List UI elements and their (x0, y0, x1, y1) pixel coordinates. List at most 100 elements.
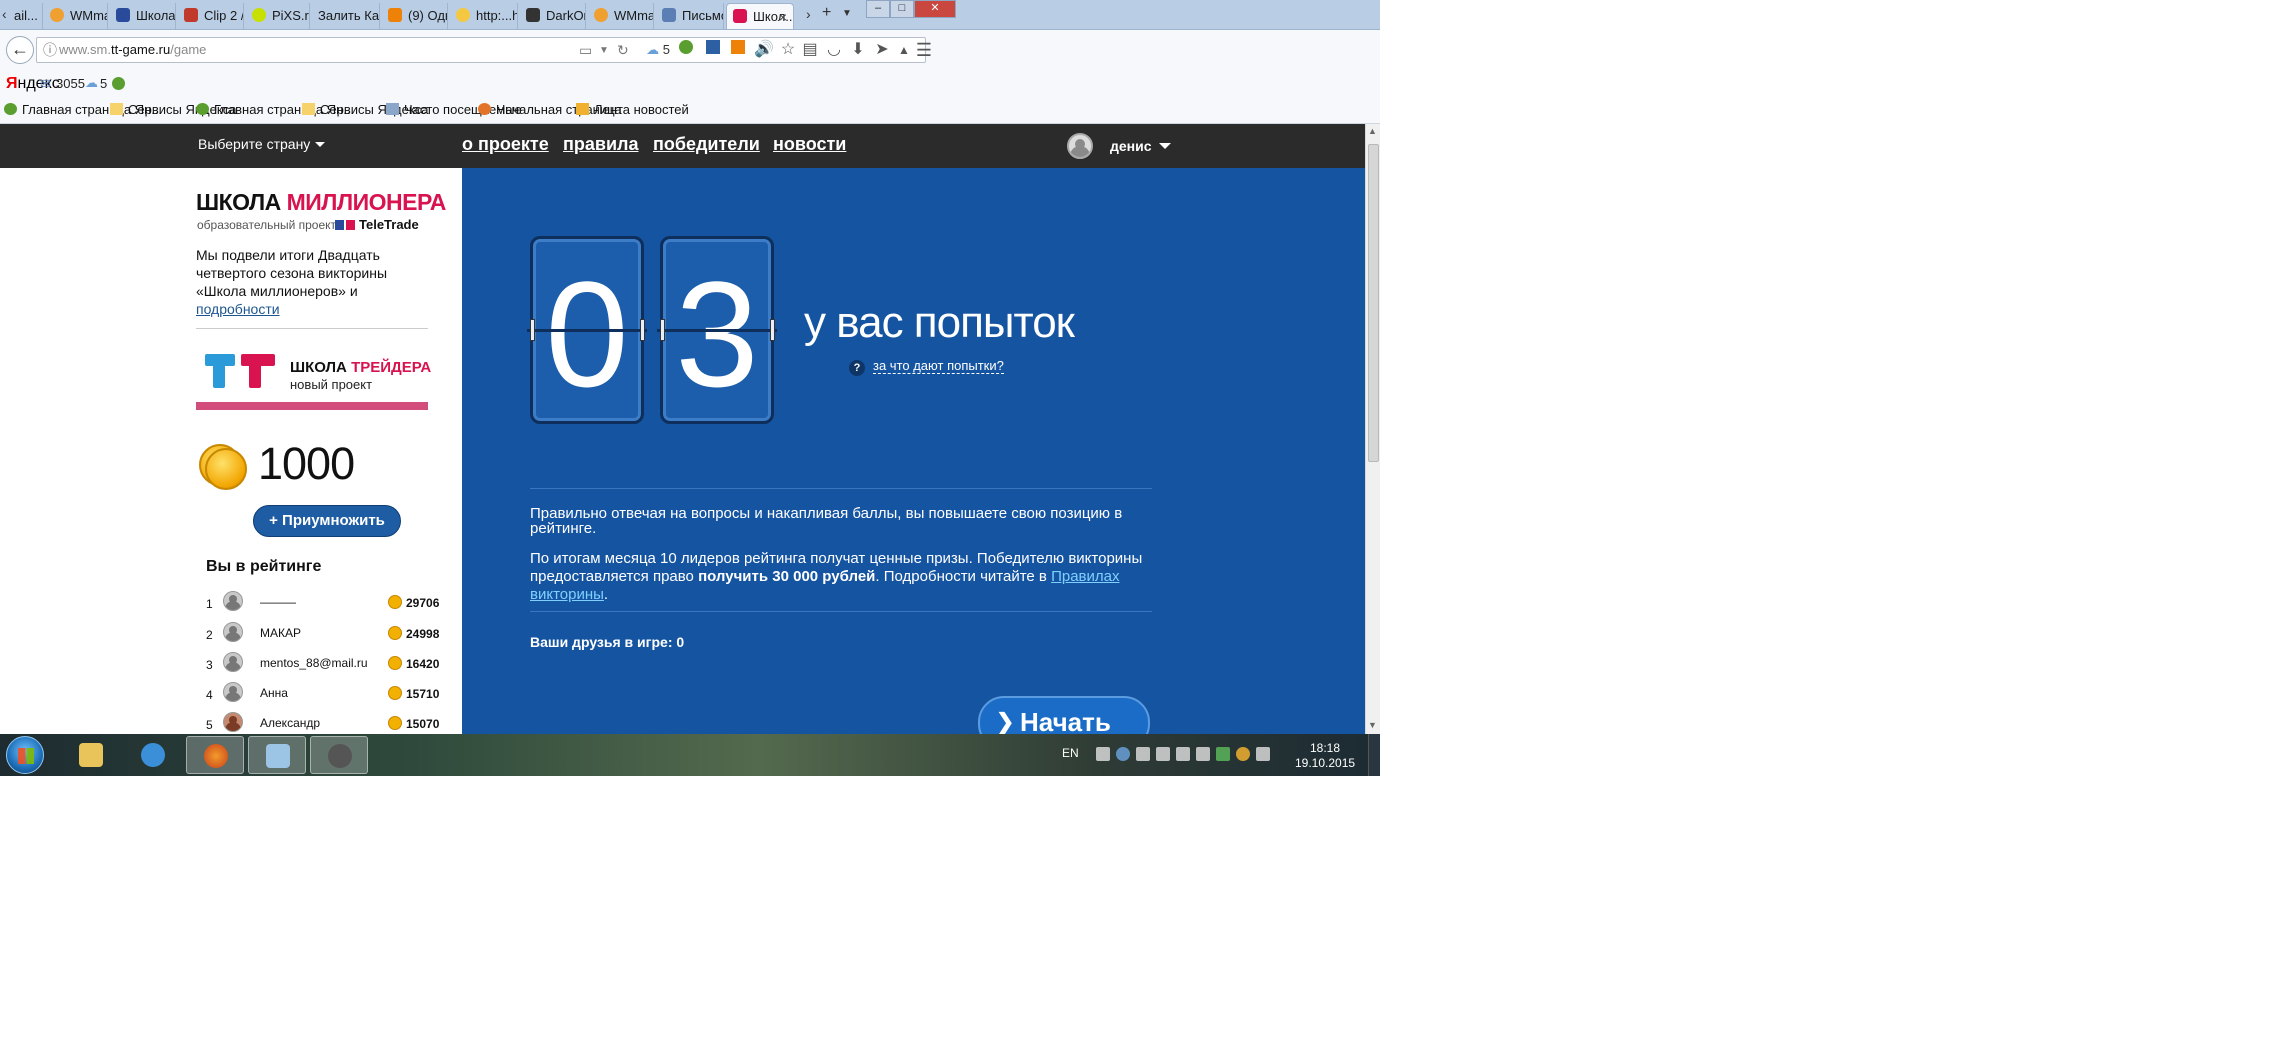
orange-extension-icon[interactable] (728, 40, 748, 60)
site-info-icon[interactable]: ⓘ (43, 38, 57, 62)
clipboard-icon[interactable]: ▤ (800, 40, 820, 60)
send-icon[interactable]: ➤ (872, 40, 892, 60)
tabs-scroll-right[interactable]: › (806, 6, 811, 22)
downloads-icon[interactable]: ⬇ (848, 40, 868, 60)
safe-remove-icon[interactable] (1216, 747, 1230, 761)
speaker-icon[interactable]: 🔊 (754, 40, 774, 60)
window-icon (266, 744, 290, 768)
rating-row[interactable]: 2 МАКАР 24998 (206, 622, 440, 650)
rating-row[interactable]: 1 ——— 29706 (206, 591, 440, 619)
tab-favicon (456, 8, 470, 22)
clock-time[interactable]: 18:18 (1295, 741, 1355, 755)
user-menu[interactable]: денис (1110, 138, 1171, 155)
tab-active[interactable]: Школ... × (726, 3, 794, 29)
coins-icon (197, 442, 247, 492)
rating-name: МАКАР (260, 626, 301, 640)
tab[interactable]: Залить Карти... (312, 3, 380, 29)
help-icon[interactable]: ? (849, 360, 865, 376)
bookmark-star-icon[interactable]: ☆ (778, 40, 798, 60)
taskbar-firefox[interactable] (186, 736, 244, 774)
green-extension-icon[interactable] (112, 77, 125, 90)
attempts-digit: 0 (545, 250, 629, 418)
user-avatar[interactable] (1067, 133, 1093, 159)
brand-subtitle: образовательный проект (197, 218, 337, 232)
show-desktop-button[interactable] (1368, 734, 1380, 776)
network-globe-icon[interactable] (1116, 747, 1130, 761)
maximize-button[interactable]: □ (890, 0, 914, 18)
taskbar-explorer[interactable] (62, 736, 120, 774)
coin-tray-icon[interactable] (1236, 747, 1250, 761)
nav-link-news[interactable]: новости (773, 134, 846, 155)
action-center-flag-icon[interactable] (1156, 747, 1170, 761)
volume-icon[interactable] (1196, 747, 1210, 761)
cloud-icon[interactable]: ☁ (85, 75, 98, 91)
rating-row[interactable]: 3 mentos_88@mail.ru 16420 (206, 652, 440, 680)
taskbar-ie[interactable] (124, 736, 182, 774)
brand-logo[interactable]: ШКОЛА МИЛЛИОНЕРА (196, 189, 446, 216)
yandex-logo[interactable]: Яндекс (6, 75, 60, 93)
trader-school-logo-icon[interactable] (205, 354, 275, 390)
weather-temp[interactable]: 5 (100, 76, 107, 91)
tabs-scroll-left[interactable]: ‹ (2, 6, 7, 22)
tab-favicon (184, 8, 198, 22)
details-link[interactable]: подробности (196, 301, 280, 317)
country-select[interactable]: Выберите страну (198, 136, 325, 152)
vertical-scrollbar[interactable]: ▲ ▼ (1365, 124, 1380, 734)
overflow-chevron-icon[interactable]: ▲ (894, 40, 914, 60)
mail-icon[interactable]: ✉ (40, 76, 51, 92)
rating-row[interactable]: 5 Александр 15070 (206, 712, 440, 734)
language-indicator[interactable]: EN (1062, 746, 1079, 760)
taskbar-world-of-tanks[interactable] (310, 736, 368, 774)
tab-favicon (526, 8, 540, 22)
taskbar-app[interactable] (248, 736, 306, 774)
trader-school-title[interactable]: ШКОЛА ТРЕЙДЕРА (290, 359, 431, 376)
start-button[interactable]: Начать (978, 696, 1150, 734)
tab[interactable]: Clip 2 / V... (178, 3, 244, 29)
signal-icon[interactable] (1176, 747, 1190, 761)
tab-list-icon[interactable]: ▼ (842, 8, 852, 19)
close-tab-icon[interactable]: × (779, 4, 787, 29)
minimize-button[interactable]: – (866, 0, 890, 18)
green-extension-icon[interactable] (676, 40, 696, 60)
mail-count[interactable]: 3055 (56, 76, 85, 91)
tab[interactable]: WMmail... (44, 3, 108, 29)
bookmarks-bar: Главная страница Ян... Сервисы Яндекса Г… (0, 98, 1380, 124)
rating-rank: 4 (206, 688, 213, 702)
reader-mode-icon[interactable]: ▭ (579, 38, 592, 62)
close-window-button[interactable]: ✕ (914, 0, 956, 18)
start-menu-button[interactable] (6, 736, 44, 774)
rating-row[interactable]: 4 Анна 15710 (206, 682, 440, 710)
nav-link-winners[interactable]: победители (653, 134, 760, 155)
why-attempts-link[interactable]: за что дают попытки? (873, 358, 1004, 374)
back-button[interactable]: ← (6, 36, 34, 64)
bookmark-item[interactable]: Лента новостей (576, 102, 689, 117)
battery-icon[interactable] (1256, 747, 1270, 761)
windows-flag-icon[interactable] (1096, 747, 1110, 761)
clock-date[interactable]: 19.10.2015 (1295, 756, 1355, 770)
tab[interactable]: (9) Одно... (382, 3, 448, 29)
tray-app-icon[interactable] (1136, 747, 1150, 761)
scroll-up-icon[interactable]: ▲ (1368, 126, 1377, 136)
scroll-down-icon[interactable]: ▼ (1368, 720, 1377, 730)
nav-link-about[interactable]: о проекте (462, 134, 549, 155)
multiply-button[interactable]: + Приумножить (253, 505, 401, 537)
tab[interactable]: ail... (8, 3, 43, 29)
tab[interactable]: Письмо ... (656, 3, 724, 29)
scrollbar-thumb[interactable] (1368, 144, 1379, 462)
blue-extension-icon[interactable] (703, 40, 723, 60)
history-dropdown-icon[interactable]: ▼ (599, 39, 609, 63)
world-of-tanks-icon (328, 744, 352, 768)
tab-favicon (252, 8, 266, 22)
reload-icon[interactable]: ↻ (617, 38, 629, 62)
weather-widget[interactable]: ☁ 5 (640, 40, 676, 60)
nav-link-rules[interactable]: правила (563, 134, 638, 155)
tab[interactable]: PiXS.ru / ... (246, 3, 310, 29)
tab[interactable]: Школа м... (110, 3, 176, 29)
tab[interactable]: http:...html (450, 3, 518, 29)
tab[interactable]: WMmail... (588, 3, 654, 29)
new-tab-button[interactable]: + (822, 4, 831, 22)
tab[interactable]: DarkOrbit... (520, 3, 586, 29)
tab-favicon (116, 8, 130, 22)
pocket-icon[interactable]: ◡ (824, 40, 844, 60)
menu-icon[interactable]: ☰ (914, 40, 934, 60)
